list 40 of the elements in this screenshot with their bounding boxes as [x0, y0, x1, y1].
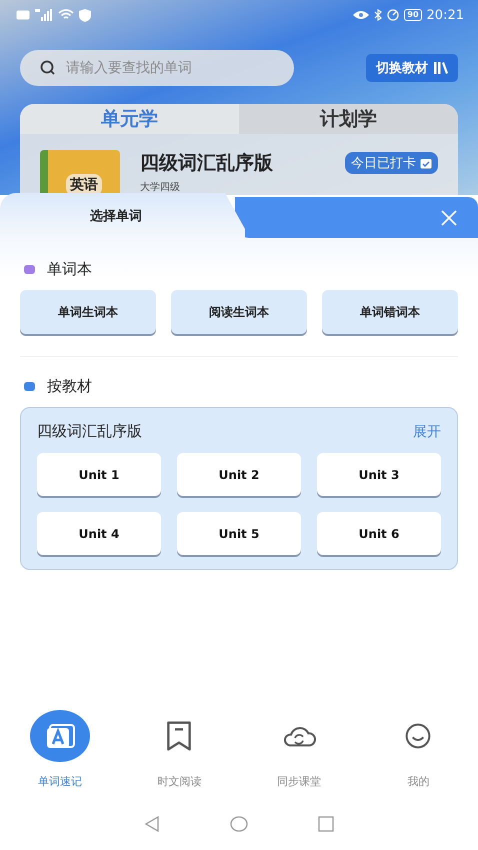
book-cover: 英语 [40, 150, 120, 195]
unit-button[interactable]: Unit 6 [317, 512, 441, 555]
books-icon [434, 62, 448, 74]
shield-icon [79, 8, 91, 22]
unit-button[interactable]: Unit 5 [177, 512, 301, 555]
book-title: 四级词汇乱序版 [140, 151, 273, 176]
mode-tab[interactable]: 计划学 [239, 104, 458, 134]
textbook-title: 四级词汇乱序版 [37, 422, 142, 441]
bluetooth-icon [374, 9, 382, 21]
switch-textbook-button[interactable]: 切换教材 [366, 54, 458, 82]
unit-button[interactable]: Unit 1 [37, 453, 161, 496]
search-field[interactable]: 请输入要查找的单词 [20, 50, 294, 86]
back-icon[interactable] [144, 816, 160, 832]
close-icon [440, 208, 458, 226]
eye-icon [353, 10, 370, 20]
nav-tab[interactable]: 我的 [358, 700, 478, 800]
wifi-icon [58, 9, 74, 21]
gauge-icon [387, 9, 400, 21]
book-level: 大学四级 [140, 180, 181, 194]
recents-icon[interactable] [318, 816, 334, 832]
nav-tab[interactable]: 单词速记 [0, 700, 120, 800]
clock-time: 20:21 [426, 8, 464, 22]
home-icon[interactable] [230, 816, 248, 832]
wordbook-button[interactable]: 单词错词本 [322, 290, 458, 334]
nav-tab[interactable]: 同步课堂 [239, 700, 358, 800]
calendar-check-icon [420, 158, 432, 168]
unit-button[interactable]: Unit 4 [37, 512, 161, 555]
nav-tab[interactable]: 时文阅读 [120, 700, 239, 800]
close-button[interactable] [440, 208, 458, 226]
section-title: 按教材 [47, 376, 92, 396]
wordbook-button[interactable]: 阅读生词本 [171, 290, 307, 334]
wordbook-button[interactable]: 单词生词本 [20, 290, 156, 334]
section-title: 单词本 [47, 260, 92, 278]
flashcard-icon [30, 710, 90, 762]
unit-button[interactable]: Unit 2 [177, 453, 301, 496]
checked-in-badge: 今日已打卡 [345, 152, 438, 174]
signal-icon [35, 9, 53, 21]
search-icon [40, 60, 56, 76]
battery-level: 90 [404, 9, 422, 21]
unit-button[interactable]: Unit 3 [317, 453, 441, 496]
